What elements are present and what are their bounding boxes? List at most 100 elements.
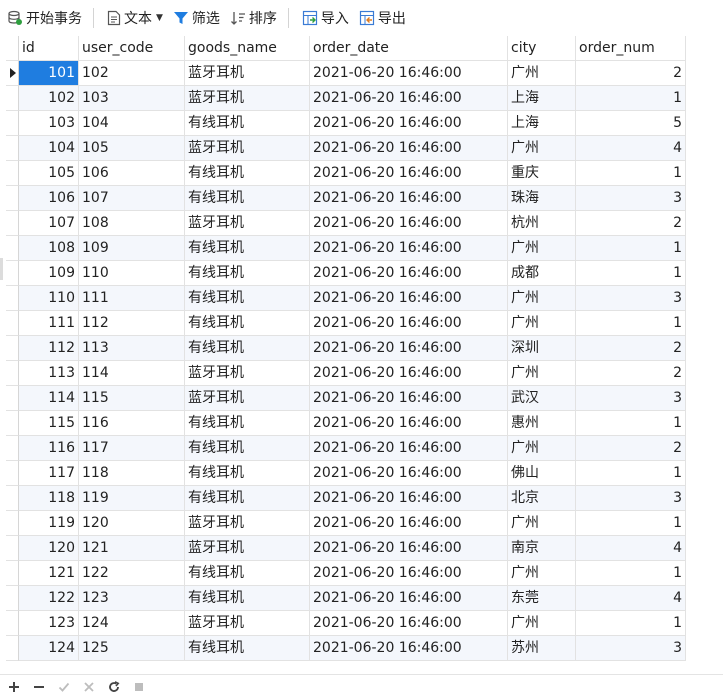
cell-order-num[interactable]: 1 xyxy=(576,236,686,261)
cell-user-code[interactable]: 115 xyxy=(79,386,185,411)
cell-city[interactable]: 广州 xyxy=(508,611,576,636)
begin-transaction-button[interactable]: 开始事务 xyxy=(4,5,85,31)
cell-order-num[interactable]: 1 xyxy=(576,86,686,111)
cell-order-date[interactable]: 2021-06-20 16:46:00 xyxy=(310,236,508,261)
cell-user-code[interactable]: 116 xyxy=(79,411,185,436)
row-selector[interactable] xyxy=(6,361,19,386)
cell-city[interactable]: 重庆 xyxy=(508,161,576,186)
row-selector[interactable] xyxy=(6,286,19,311)
cell-user-code[interactable]: 119 xyxy=(79,486,185,511)
cell-id[interactable]: 105 xyxy=(19,161,79,186)
row-selector[interactable] xyxy=(6,386,19,411)
cell-city[interactable]: 广州 xyxy=(508,236,576,261)
table-row[interactable]: 103 104 有线耳机 2021-06-20 16:46:00 上海 5 xyxy=(6,111,723,136)
cell-order-num[interactable]: 1 xyxy=(576,311,686,336)
cell-id[interactable]: 101 xyxy=(19,61,79,86)
discard-changes-button[interactable] xyxy=(78,677,100,697)
cell-id[interactable]: 123 xyxy=(19,611,79,636)
cell-city[interactable]: 广州 xyxy=(508,361,576,386)
cell-user-code[interactable]: 125 xyxy=(79,636,185,661)
cell-city[interactable]: 珠海 xyxy=(508,186,576,211)
refresh-button[interactable] xyxy=(103,677,125,697)
row-selector[interactable] xyxy=(6,486,19,511)
cell-order-date[interactable]: 2021-06-20 16:46:00 xyxy=(310,511,508,536)
stop-button[interactable] xyxy=(128,677,150,697)
cell-id[interactable]: 110 xyxy=(19,286,79,311)
cell-goods-name[interactable]: 蓝牙耳机 xyxy=(185,361,310,386)
cell-goods-name[interactable]: 有线耳机 xyxy=(185,261,310,286)
cell-goods-name[interactable]: 蓝牙耳机 xyxy=(185,86,310,111)
table-row[interactable]: 101 102 蓝牙耳机 2021-06-20 16:46:00 广州 2 xyxy=(6,61,723,86)
cell-order-num[interactable]: 1 xyxy=(576,261,686,286)
cell-order-num[interactable]: 2 xyxy=(576,361,686,386)
export-button[interactable]: 导出 xyxy=(356,5,409,31)
cell-id[interactable]: 108 xyxy=(19,236,79,261)
column-header-city[interactable]: city xyxy=(508,36,576,61)
cell-id[interactable]: 111 xyxy=(19,311,79,336)
table-row[interactable]: 117 118 有线耳机 2021-06-20 16:46:00 佛山 1 xyxy=(6,461,723,486)
cell-id[interactable]: 107 xyxy=(19,211,79,236)
cell-user-code[interactable]: 118 xyxy=(79,461,185,486)
cell-goods-name[interactable]: 有线耳机 xyxy=(185,311,310,336)
cell-goods-name[interactable]: 有线耳机 xyxy=(185,111,310,136)
splitter-handle[interactable] xyxy=(0,258,3,280)
cell-order-num[interactable]: 1 xyxy=(576,561,686,586)
cell-order-date[interactable]: 2021-06-20 16:46:00 xyxy=(310,111,508,136)
cell-city[interactable]: 上海 xyxy=(508,86,576,111)
cell-goods-name[interactable]: 有线耳机 xyxy=(185,586,310,611)
table-row[interactable]: 113 114 蓝牙耳机 2021-06-20 16:46:00 广州 2 xyxy=(6,361,723,386)
row-selector[interactable] xyxy=(6,636,19,661)
cell-goods-name[interactable]: 有线耳机 xyxy=(185,436,310,461)
cell-order-num[interactable]: 1 xyxy=(576,461,686,486)
cell-order-date[interactable]: 2021-06-20 16:46:00 xyxy=(310,61,508,86)
cell-city[interactable]: 广州 xyxy=(508,136,576,161)
table-row[interactable]: 110 111 有线耳机 2021-06-20 16:46:00 广州 3 xyxy=(6,286,723,311)
cell-goods-name[interactable]: 有线耳机 xyxy=(185,186,310,211)
cell-order-date[interactable]: 2021-06-20 16:46:00 xyxy=(310,136,508,161)
cell-goods-name[interactable]: 蓝牙耳机 xyxy=(185,511,310,536)
cell-id[interactable]: 106 xyxy=(19,186,79,211)
cell-goods-name[interactable]: 有线耳机 xyxy=(185,461,310,486)
add-record-button[interactable] xyxy=(3,677,25,697)
cell-city[interactable]: 东莞 xyxy=(508,586,576,611)
column-header-user-code[interactable]: user_code xyxy=(79,36,185,61)
cell-order-num[interactable]: 2 xyxy=(576,211,686,236)
table-row[interactable]: 112 113 有线耳机 2021-06-20 16:46:00 深圳 2 xyxy=(6,336,723,361)
filter-button[interactable]: 筛选 xyxy=(170,5,223,31)
cell-order-num[interactable]: 3 xyxy=(576,486,686,511)
cell-id[interactable]: 115 xyxy=(19,411,79,436)
row-selector[interactable] xyxy=(6,336,19,361)
delete-record-button[interactable] xyxy=(28,677,50,697)
cell-order-date[interactable]: 2021-06-20 16:46:00 xyxy=(310,186,508,211)
cell-order-date[interactable]: 2021-06-20 16:46:00 xyxy=(310,536,508,561)
cell-id[interactable]: 120 xyxy=(19,536,79,561)
apply-changes-button[interactable] xyxy=(53,677,75,697)
row-selector[interactable] xyxy=(6,211,19,236)
cell-id[interactable]: 103 xyxy=(19,111,79,136)
cell-user-code[interactable]: 122 xyxy=(79,561,185,586)
row-selector[interactable] xyxy=(6,261,19,286)
cell-id[interactable]: 121 xyxy=(19,561,79,586)
cell-city[interactable]: 上海 xyxy=(508,111,576,136)
cell-goods-name[interactable]: 蓝牙耳机 xyxy=(185,61,310,86)
row-selector[interactable] xyxy=(6,136,19,161)
cell-user-code[interactable]: 109 xyxy=(79,236,185,261)
cell-goods-name[interactable]: 有线耳机 xyxy=(185,636,310,661)
cell-order-date[interactable]: 2021-06-20 16:46:00 xyxy=(310,486,508,511)
column-header-order-num[interactable]: order_num xyxy=(576,36,686,61)
row-selector[interactable] xyxy=(6,461,19,486)
cell-city[interactable]: 成都 xyxy=(508,261,576,286)
chevron-down-icon[interactable]: ▼ xyxy=(156,13,163,23)
cell-order-date[interactable]: 2021-06-20 16:46:00 xyxy=(310,461,508,486)
cell-order-num[interactable]: 3 xyxy=(576,186,686,211)
cell-goods-name[interactable]: 蓝牙耳机 xyxy=(185,536,310,561)
row-selector[interactable] xyxy=(6,86,19,111)
text-view-button[interactable]: 文本 ▼ xyxy=(104,5,166,31)
cell-goods-name[interactable]: 有线耳机 xyxy=(185,561,310,586)
cell-order-date[interactable]: 2021-06-20 16:46:00 xyxy=(310,611,508,636)
cell-order-date[interactable]: 2021-06-20 16:46:00 xyxy=(310,386,508,411)
cell-city[interactable]: 苏州 xyxy=(508,636,576,661)
column-header-id[interactable]: id xyxy=(19,36,79,61)
cell-order-num[interactable]: 3 xyxy=(576,636,686,661)
table-row[interactable]: 106 107 有线耳机 2021-06-20 16:46:00 珠海 3 xyxy=(6,186,723,211)
